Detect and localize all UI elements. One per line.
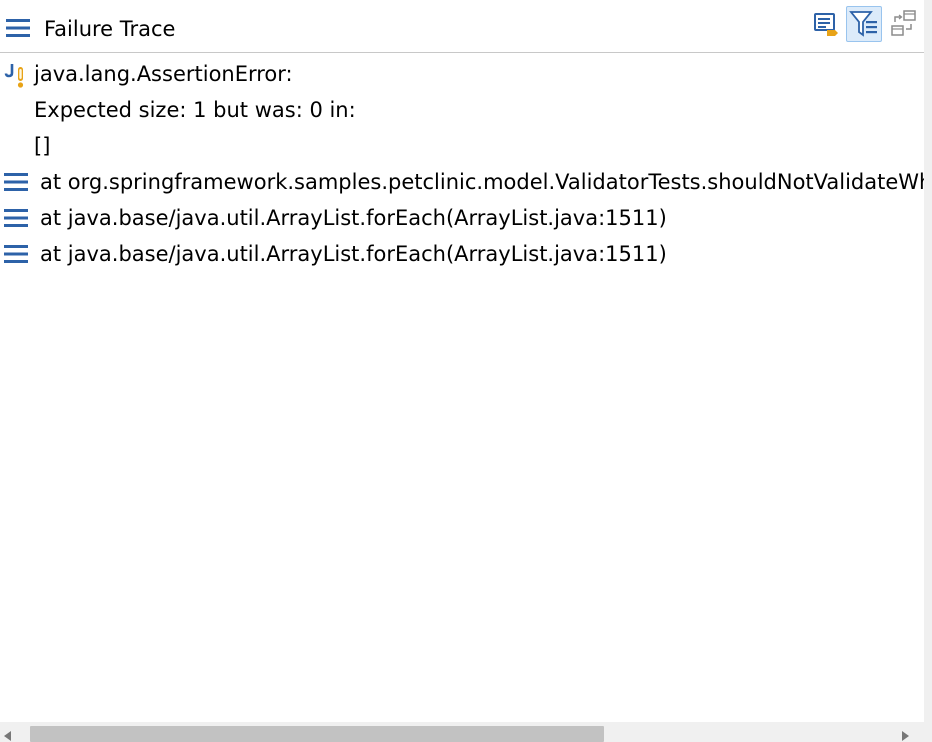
compare-result-icon bbox=[814, 13, 838, 36]
stack-frame-row[interactable]: at java.base/java.util.ArrayList.forEach… bbox=[0, 236, 924, 272]
junit-failure-icon bbox=[4, 64, 24, 88]
stack-frame-row[interactable]: at java.base/java.util.ArrayList.forEach… bbox=[0, 200, 924, 236]
error-message-line-2: Expected size: 1 but was: 0 in: bbox=[34, 98, 356, 122]
stack-lines-icon bbox=[6, 19, 30, 37]
trace-line-message[interactable]: Expected size: 1 but was: 0 in: bbox=[0, 92, 924, 128]
filter-stack-trace-button[interactable] bbox=[846, 6, 882, 42]
horizontal-scrollbar[interactable] bbox=[0, 722, 924, 742]
show-history-icon bbox=[891, 10, 916, 36]
show-history-button[interactable] bbox=[886, 6, 922, 42]
stack-frame-text: at java.base/java.util.ArrayList.forEach… bbox=[40, 242, 667, 266]
trace-line-message[interactable]: [] bbox=[0, 128, 924, 164]
view-header: Failure Trace bbox=[0, 0, 924, 53]
stack-frame-icon bbox=[4, 245, 28, 263]
stack-frame-icon bbox=[4, 173, 28, 191]
stack-frame-text: at java.base/java.util.ArrayList.forEach… bbox=[40, 206, 667, 230]
stack-frame-icon bbox=[4, 209, 28, 227]
view-border bbox=[924, 0, 932, 742]
scroll-left-arrow-icon[interactable] bbox=[4, 731, 11, 741]
scrollbar-thumb[interactable] bbox=[30, 726, 604, 742]
trace-line-error[interactable]: java.lang.AssertionError: bbox=[0, 56, 924, 92]
scroll-right-arrow-icon[interactable] bbox=[902, 731, 909, 741]
filter-stack-trace-icon bbox=[849, 11, 877, 37]
view-title: Failure Trace bbox=[44, 17, 176, 41]
compare-result-button[interactable] bbox=[808, 6, 844, 42]
failure-trace-view: Failure Trace java.lang.AssertionError: … bbox=[0, 0, 924, 742]
stack-frame-row[interactable]: at org.springframework.samples.petclinic… bbox=[0, 164, 924, 200]
stack-frame-text: at org.springframework.samples.petclinic… bbox=[40, 170, 924, 194]
error-message-line-3: [] bbox=[34, 134, 51, 158]
error-message-line-1: java.lang.AssertionError: bbox=[34, 62, 293, 86]
